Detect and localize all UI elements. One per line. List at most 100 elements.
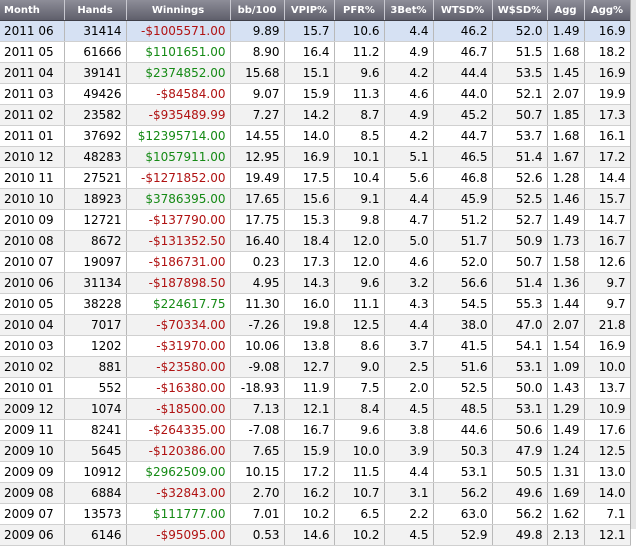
cell-agg: 1.29 bbox=[547, 398, 585, 420]
cell-pfr: 9.6 bbox=[334, 62, 385, 84]
table-row[interactable]: 2009 12 1074 -$18500.00 7.13 12.1 8.4 4.5 48.5 5… bbox=[0, 398, 631, 420]
column-header-pfr[interactable]: PFR% bbox=[334, 0, 385, 21]
cell-month: 2010 01 bbox=[0, 377, 65, 399]
cell-agg-pct: 16.9 bbox=[584, 62, 631, 84]
table-row[interactable]: 2010 09 12721 -$137790.00 17.75 15.3 9.8 4.7 51… bbox=[0, 209, 631, 231]
cell-vpip: 15.1 bbox=[284, 62, 335, 84]
table-row[interactable]: 2011 01 37692 $12395714.00 14.55 14.0 8.5 4.2 4… bbox=[0, 125, 631, 147]
table-row[interactable]: 2010 03 1202 -$31970.00 10.06 13.8 8.6 3.7 41.5… bbox=[0, 335, 631, 357]
cell-hands: 23582 bbox=[64, 104, 127, 126]
cell-winnings: $1101651.00 bbox=[126, 41, 231, 63]
cell-agg-pct: 12.1 bbox=[584, 524, 631, 546]
cell-wsd: 51.5 bbox=[492, 41, 548, 63]
cell-vpip: 10.2 bbox=[284, 503, 335, 525]
cell-wtsd: 52.0 bbox=[433, 251, 493, 273]
cell-pfr: 12.5 bbox=[334, 314, 385, 336]
column-header-month[interactable]: Month bbox=[0, 0, 65, 21]
table-row[interactable]: 2009 09 10912 $2962509.00 10.15 17.2 11.5 4.4 5… bbox=[0, 461, 631, 483]
cell-agg: 1.24 bbox=[547, 440, 585, 462]
table-row[interactable]: 2011 06 31414 -$1005571.00 9.89 15.7 10.6 4.4 4… bbox=[0, 20, 631, 42]
table-row[interactable]: 2009 07 13573 $111777.00 7.01 10.2 6.5 2.2 63.0… bbox=[0, 503, 631, 525]
column-header-vpip[interactable]: VPIP% bbox=[284, 0, 335, 21]
cell-3bet: 4.4 bbox=[384, 20, 434, 42]
column-header-hands[interactable]: Hands bbox=[64, 0, 127, 21]
cell-wtsd: 53.1 bbox=[433, 461, 493, 483]
cell-pfr: 8.4 bbox=[334, 398, 385, 420]
cell-agg-pct: 12.5 bbox=[584, 440, 631, 462]
table-row[interactable]: 2009 10 5645 -$120386.00 7.65 15.9 10.0 3.9 50.… bbox=[0, 440, 631, 462]
cell-winnings: -$120386.00 bbox=[126, 440, 231, 462]
cell-month: 2010 12 bbox=[0, 146, 65, 168]
table-row[interactable]: 2011 04 39141 $2374852.00 15.68 15.1 9.6 4.2 44… bbox=[0, 62, 631, 84]
cell-agg: 1.68 bbox=[547, 125, 585, 147]
column-header-wtsd[interactable]: WTSD% bbox=[433, 0, 493, 21]
table-row[interactable]: 2009 11 8241 -$264335.00 -7.08 16.7 9.6 3.8 44.… bbox=[0, 419, 631, 441]
cell-wsd: 52.7 bbox=[492, 209, 548, 231]
table-row[interactable]: 2009 06 6146 -$95095.00 0.53 14.6 10.2 4.5 52.9… bbox=[0, 524, 631, 546]
table-row[interactable]: 2010 04 7017 -$70334.00 -7.26 19.8 12.5 4.4 38.… bbox=[0, 314, 631, 336]
cell-month: 2010 07 bbox=[0, 251, 65, 273]
cell-3bet: 3.1 bbox=[384, 482, 434, 504]
cell-agg: 1.49 bbox=[547, 419, 585, 441]
cell-vpip: 16.2 bbox=[284, 482, 335, 504]
table-row[interactable]: 2011 02 23582 -$935489.99 7.27 14.2 8.7 4.9 45.… bbox=[0, 104, 631, 126]
column-header-agg-pct[interactable]: Agg% bbox=[584, 0, 631, 21]
table-row[interactable]: 2010 06 31134 -$187898.50 4.95 14.3 9.6 3.2 56.… bbox=[0, 272, 631, 294]
table-row[interactable]: 2011 05 61666 $1101651.00 8.90 16.4 11.2 4.9 46… bbox=[0, 41, 631, 63]
column-header-wsd[interactable]: W$SD% bbox=[492, 0, 548, 21]
cell-bb100: -7.26 bbox=[230, 314, 285, 336]
column-header-3bet[interactable]: 3Bet% bbox=[384, 0, 434, 21]
column-header-agg[interactable]: Agg bbox=[547, 0, 585, 21]
column-header-winnings[interactable]: Winnings bbox=[126, 0, 231, 21]
cell-month: 2010 02 bbox=[0, 356, 65, 378]
table-row[interactable]: 2010 05 38228 $224617.75 11.30 16.0 11.1 4.3 54… bbox=[0, 293, 631, 315]
cell-3bet: 2.2 bbox=[384, 503, 434, 525]
cell-agg: 1.44 bbox=[547, 293, 585, 315]
cell-bb100: 9.07 bbox=[230, 83, 285, 105]
cell-winnings: -$95095.00 bbox=[126, 524, 231, 546]
cell-month: 2011 01 bbox=[0, 125, 65, 147]
cell-winnings: -$1005571.00 bbox=[126, 20, 231, 42]
cell-month: 2011 03 bbox=[0, 83, 65, 105]
table-row[interactable]: 2010 08 8672 -$131352.50 16.40 18.4 12.0 5.0 51… bbox=[0, 230, 631, 252]
cell-vpip: 19.8 bbox=[284, 314, 335, 336]
vertical-scrollbar[interactable] bbox=[630, 0, 636, 529]
cell-pfr: 9.6 bbox=[334, 419, 385, 441]
cell-month: 2009 06 bbox=[0, 524, 65, 546]
cell-vpip: 11.9 bbox=[284, 377, 335, 399]
table-row[interactable]: 2011 03 49426 -$84584.00 9.07 15.9 11.3 4.6 44.… bbox=[0, 83, 631, 105]
cell-vpip: 15.7 bbox=[284, 20, 335, 42]
cell-wsd: 50.7 bbox=[492, 251, 548, 273]
cell-3bet: 3.7 bbox=[384, 335, 434, 357]
cell-wsd: 52.1 bbox=[492, 83, 548, 105]
table-row[interactable]: 2009 08 6884 -$32843.00 2.70 16.2 10.7 3.1 56.2… bbox=[0, 482, 631, 504]
cell-pfr: 10.0 bbox=[334, 440, 385, 462]
cell-month: 2010 05 bbox=[0, 293, 65, 315]
cell-agg-pct: 7.1 bbox=[584, 503, 631, 525]
cell-bb100: 8.90 bbox=[230, 41, 285, 63]
cell-agg: 1.45 bbox=[547, 62, 585, 84]
cell-hands: 31134 bbox=[64, 272, 127, 294]
table-row[interactable]: 2010 11 27521 -$1271852.00 19.49 17.5 10.4 5.6… bbox=[0, 167, 631, 189]
cell-winnings: $2962509.00 bbox=[126, 461, 231, 483]
column-header-bb100[interactable]: bb/100 bbox=[230, 0, 285, 21]
table-row[interactable]: 2010 07 19097 -$186731.00 0.23 17.3 12.0 4.6 52… bbox=[0, 251, 631, 273]
cell-winnings: -$23580.00 bbox=[126, 356, 231, 378]
cell-agg: 1.68 bbox=[547, 41, 585, 63]
cell-wtsd: 51.7 bbox=[433, 230, 493, 252]
table-row[interactable]: 2010 10 18923 $3786395.00 17.65 15.6 9.1 4.4 45… bbox=[0, 188, 631, 210]
cell-agg-pct: 13.0 bbox=[584, 461, 631, 483]
table-row[interactable]: 2010 01 552 -$16380.00 -18.93 11.9 7.5 2.0 52.5… bbox=[0, 377, 631, 399]
table-row[interactable]: 2010 02 881 -$23580.00 -9.08 12.7 9.0 2.5 51.6 5… bbox=[0, 356, 631, 378]
cell-winnings: -$70334.00 bbox=[126, 314, 231, 336]
cell-hands: 7017 bbox=[64, 314, 127, 336]
cell-vpip: 14.0 bbox=[284, 125, 335, 147]
cell-winnings: -$187898.50 bbox=[126, 272, 231, 294]
table-row[interactable]: 2010 12 48283 $1057911.00 12.95 16.9 10.1 5.1 4… bbox=[0, 146, 631, 168]
cell-wsd: 50.6 bbox=[492, 419, 548, 441]
cell-month: 2009 07 bbox=[0, 503, 65, 525]
cell-pfr: 11.3 bbox=[334, 83, 385, 105]
cell-wtsd: 56.2 bbox=[433, 482, 493, 504]
cell-bb100: 9.89 bbox=[230, 20, 285, 42]
cell-hands: 38228 bbox=[64, 293, 127, 315]
